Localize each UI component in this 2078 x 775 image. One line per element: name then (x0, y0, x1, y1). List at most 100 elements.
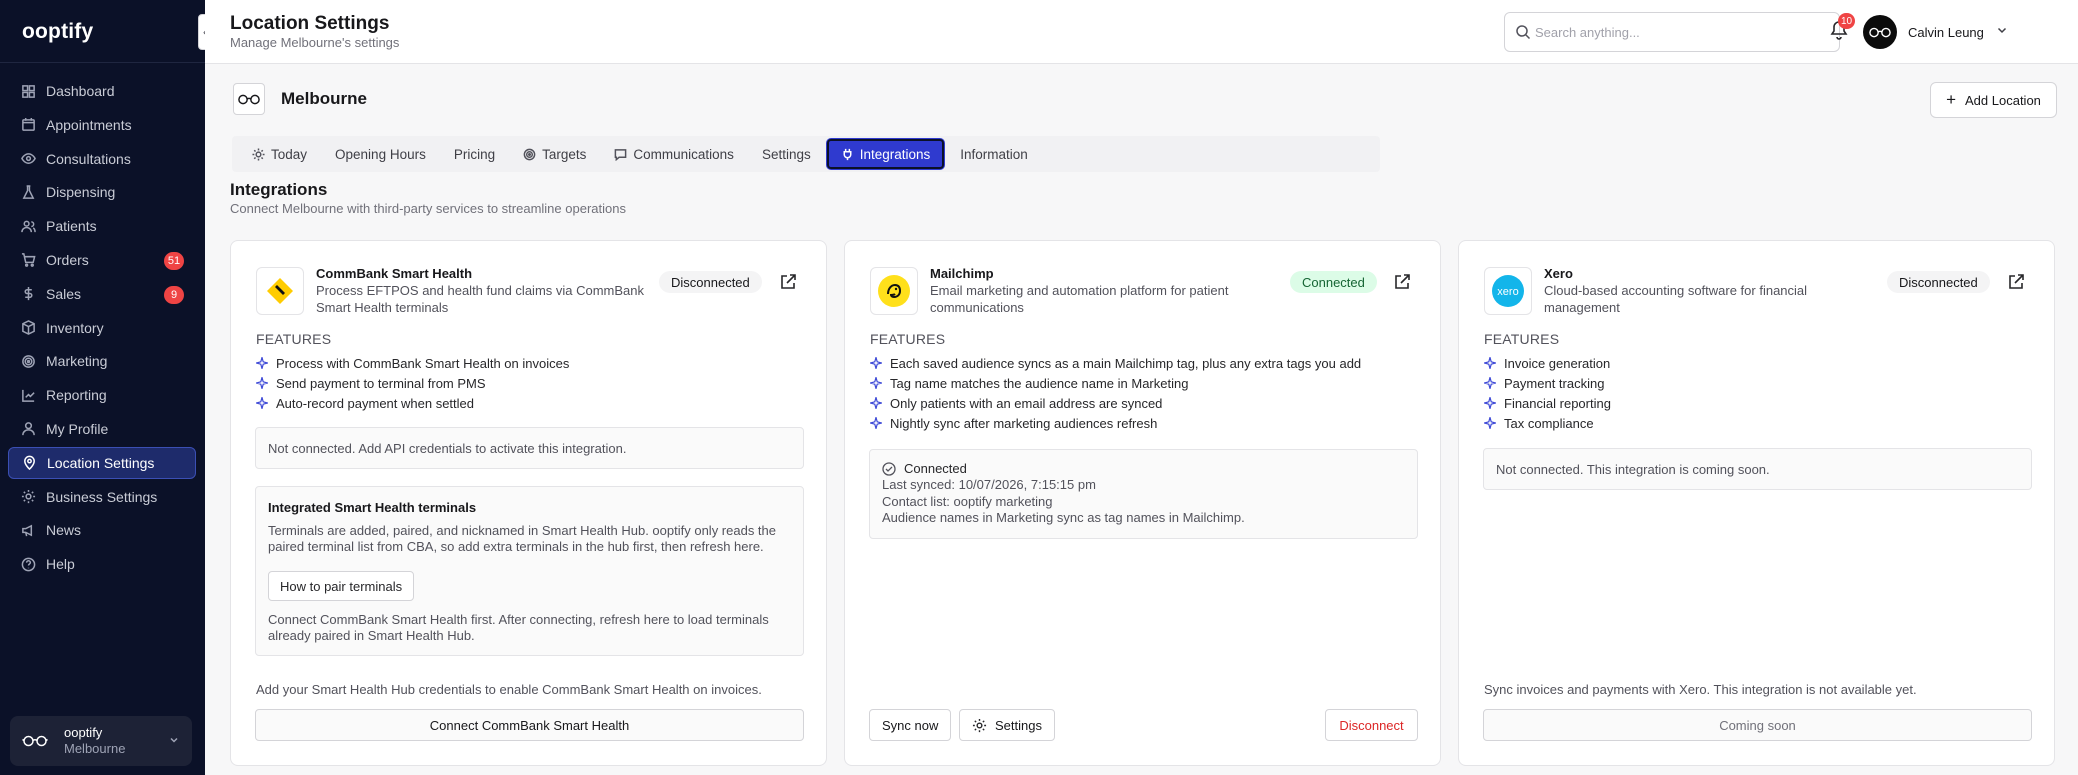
integration-card-commbank: CommBank Smart Health Process EFTPOS and… (230, 240, 827, 766)
sparkle-icon (1484, 377, 1496, 389)
integration-description: Email marketing and automation platform … (930, 283, 1229, 315)
sidebar-item-appointments[interactable]: Appointments (8, 109, 196, 141)
sidebar-item-label: News (46, 522, 82, 539)
sparkle-icon (256, 397, 268, 409)
tab-label: Communications (633, 146, 734, 162)
status-badge: Connected (1290, 271, 1377, 293)
sidebar-item-consultations[interactable]: Consultations (8, 143, 196, 175)
sync-now-button[interactable]: Sync now (869, 709, 952, 741)
feature-text: Nightly sync after marketing audiences r… (890, 415, 1158, 431)
add-location-label: Add Location (1965, 92, 2041, 108)
tab-integrations[interactable]: Integrations (826, 139, 945, 169)
connected-heading: Connected (882, 461, 1417, 477)
card-footer-text: Sync invoices and payments with Xero. Th… (1484, 682, 1917, 697)
terminals-description: Terminals are added, paired, and nicknam… (268, 523, 777, 554)
sidebar-item-marketing[interactable]: Marketing (8, 345, 196, 377)
plug-icon (843, 148, 852, 160)
sidebar: ooptify Dashboard Appointments Consultat… (0, 0, 205, 775)
flask-icon (20, 184, 36, 200)
mailchimp-logo (870, 267, 918, 315)
dashboard-icon (20, 83, 36, 99)
external-link-icon[interactable] (1393, 273, 1411, 291)
account-text: ooptify Melbourne (64, 725, 125, 757)
sidebar-item-label: Reporting (46, 387, 107, 404)
terminals-title: Integrated Smart Health terminals (268, 500, 477, 515)
tab-label: Opening Hours (335, 146, 426, 162)
sidebar-item-patients[interactable]: Patients (8, 210, 196, 242)
status-badge: Disconnected (1887, 271, 1990, 293)
tab-targets[interactable]: Targets (511, 139, 598, 169)
sidebar-item-orders[interactable]: Orders 51 (8, 244, 196, 276)
feature-text: Auto-record payment when settled (276, 395, 474, 411)
gear-icon (20, 489, 36, 505)
sidebar-item-business-settings[interactable]: Business Settings (8, 481, 196, 513)
sidebar-item-help[interactable]: Help (8, 548, 196, 580)
tab-opening-hours[interactable]: Opening Hours (323, 139, 438, 169)
chart-icon (20, 387, 36, 403)
disconnect-button[interactable]: Disconnect (1325, 709, 1418, 741)
feature-text: Invoice generation (1504, 355, 1611, 371)
brand-logo[interactable]: ooptify (22, 20, 93, 44)
account-location: Melbourne (64, 741, 126, 756)
sidebar-item-label: Patients (46, 218, 97, 235)
tab-settings[interactable]: Settings (750, 139, 823, 169)
eye-icon (20, 151, 36, 167)
tab-pricing[interactable]: Pricing (442, 139, 507, 169)
search-input[interactable] (1535, 13, 1835, 51)
tab-label: Settings (761, 146, 811, 162)
sidebar-item-dispensing[interactable]: Dispensing (8, 176, 196, 208)
tab-communications[interactable]: Communications (602, 139, 746, 169)
sparkle-icon (870, 377, 882, 389)
box-icon (20, 320, 36, 336)
pair-terminals-button[interactable]: How to pair terminals (268, 571, 415, 601)
map-pin-icon (21, 455, 37, 471)
add-location-button[interactable]: + Add Location (1930, 82, 2057, 118)
feature-text: Tax compliance (1504, 415, 1594, 431)
sparkle-icon (256, 357, 268, 369)
sidebar-item-news[interactable]: News (8, 514, 196, 546)
list-item: Send payment to terminal from PMS (256, 373, 569, 393)
connect-commbank-button[interactable]: Connect CommBank Smart Health (255, 709, 804, 741)
settings-button[interactable]: Settings (959, 709, 1055, 741)
svg-text:xero: xero (1497, 286, 1518, 298)
section-subtitle: Connect Melbourne with third-party servi… (230, 201, 626, 216)
audience-note: Audience names in Marketing sync as tag … (882, 509, 1245, 525)
coming-soon-button[interactable]: Coming soon (1483, 709, 2032, 741)
feature-text: Send payment to terminal from PMS (276, 375, 486, 391)
sidebar-item-reporting[interactable]: Reporting (8, 379, 196, 411)
sidebar-item-sales[interactable]: Sales 9 (8, 278, 196, 310)
help-icon (20, 556, 36, 572)
tab-today[interactable]: Today (240, 139, 319, 169)
section-title: Integrations (230, 180, 328, 199)
notification-badge: 10 (1838, 13, 1856, 29)
sidebar-item-dashboard[interactable]: Dashboard (8, 75, 196, 107)
integration-name: CommBank Smart Health (316, 266, 473, 281)
account-switcher[interactable]: ooptify Melbourne (10, 716, 192, 766)
feature-list: Each saved audience syncs as a main Mail… (870, 353, 1361, 433)
external-link-icon[interactable] (779, 273, 797, 291)
user-menu[interactable]: Calvin Leung (1863, 15, 2008, 49)
message-icon (615, 148, 627, 161)
location-name: Melbourne (281, 89, 367, 108)
sidebar-item-label: Location Settings (47, 454, 155, 471)
commbank-logo (256, 267, 304, 315)
sales-badge: 9 (164, 285, 184, 304)
sidebar-item-my-profile[interactable]: My Profile (8, 413, 196, 445)
sidebar-item-label: Marketing (46, 353, 108, 370)
feature-text: Each saved audience syncs as a main Mail… (890, 355, 1362, 371)
tab-label: Information (960, 146, 1028, 162)
features-heading: FEATURES (1484, 331, 1560, 347)
sparkle-icon (256, 377, 268, 389)
card-footer-text: Add your Smart Health Hub credentials to… (256, 682, 762, 697)
sidebar-item-location-settings[interactable]: Location Settings (8, 446, 196, 479)
status-badge: Disconnected (659, 271, 762, 293)
chevron-down-icon (1996, 23, 2008, 41)
external-link-icon[interactable] (2007, 273, 2025, 291)
feature-list: Process with CommBank Smart Health on in… (256, 353, 569, 413)
sparkle-icon (1484, 417, 1496, 429)
avatar (1863, 15, 1897, 49)
tab-information[interactable]: Information (948, 139, 1040, 169)
sparkle-icon (870, 417, 882, 429)
tab-label: Pricing (453, 146, 496, 162)
sidebar-item-inventory[interactable]: Inventory (8, 312, 196, 344)
